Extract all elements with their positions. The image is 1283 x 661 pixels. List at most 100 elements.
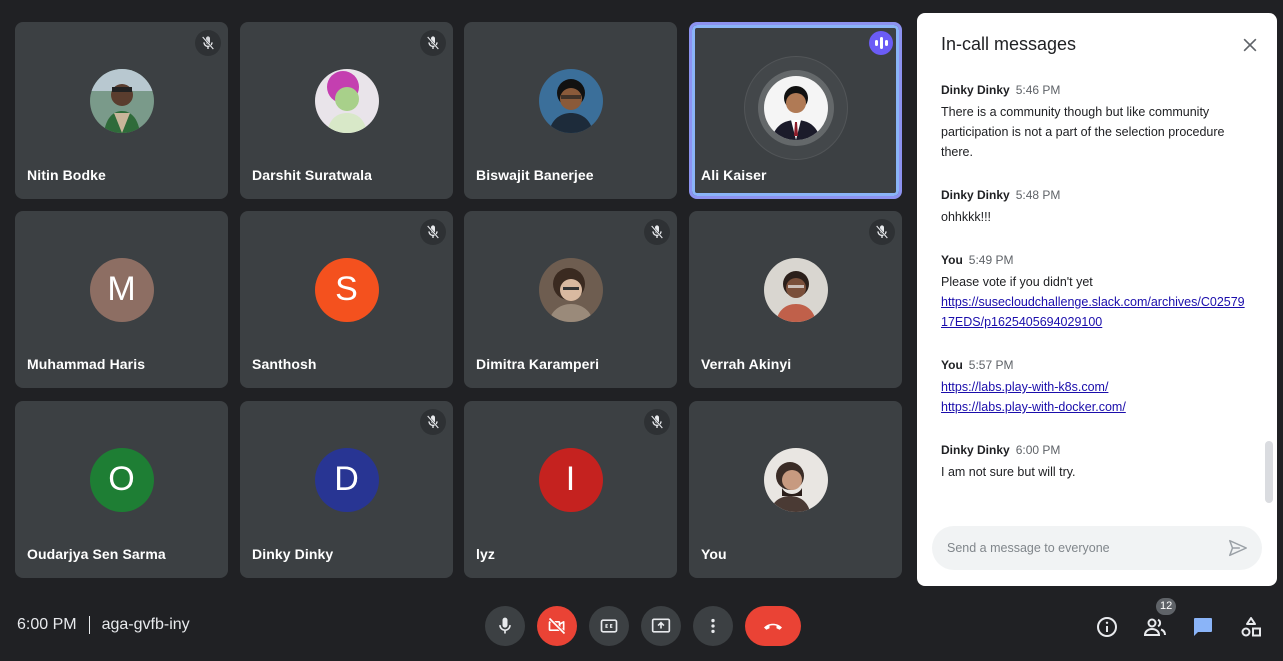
message-sender: You <box>941 253 963 267</box>
message-sender: You <box>941 358 963 372</box>
participant-name: Muhammad Haris <box>27 356 146 372</box>
message-text: ohhkkk!!! <box>941 210 992 224</box>
message-sender: Dinky Dinky <box>941 188 1010 202</box>
participant-name: You <box>701 546 727 562</box>
camera-off-icon <box>548 617 566 635</box>
message-link[interactable]: https://labs.play-with-k8s.com/ <box>941 377 1246 397</box>
avatar <box>763 257 828 322</box>
present-screen-icon <box>651 618 671 633</box>
meeting-details-button[interactable] <box>1094 614 1120 640</box>
participant-name: Oudarjya Sen Sarma <box>27 546 166 562</box>
avatar <box>89 68 154 133</box>
participant-name: Dinky Dinky <box>252 546 334 562</box>
avatar: M <box>89 257 154 322</box>
more-vert-icon <box>711 618 715 634</box>
participant-tile[interactable]: Nitin Bodke <box>15 22 228 199</box>
people-icon <box>1143 618 1166 636</box>
chat-message: Dinky Dinky 5:48 PM ohhkkk!!! <box>941 188 1246 227</box>
avatar: O <box>89 447 154 512</box>
meeting-details: 6:00 PM aga-gvfb-iny <box>17 616 190 634</box>
message-text: Please vote if you didn't yet <box>941 275 1093 289</box>
chat-panel-title: In-call messages <box>941 34 1077 54</box>
camera-off-button[interactable] <box>537 606 577 646</box>
mic-off-icon <box>644 409 670 435</box>
mic-off-icon <box>644 219 670 245</box>
end-call-icon <box>764 623 782 630</box>
chat-panel: In-call messages Dinky Dinky 5:46 PM Ther… <box>917 13 1277 586</box>
chat-message: You 5:49 PM Please vote if you didn't yet… <box>941 253 1246 332</box>
activities-icon <box>1241 617 1261 637</box>
closed-captions-icon <box>600 619 618 633</box>
divider <box>88 616 90 634</box>
participant-tile[interactable]: O Oudarjya Sen Sarma <box>15 401 228 578</box>
message-link[interactable]: https://susecloudchallenge.slack.com/arc… <box>941 292 1246 332</box>
participant-tile[interactable]: Dimitra Karamperi <box>464 211 677 388</box>
participant-tile[interactable]: Darshit Suratwala <box>240 22 453 199</box>
current-time: 6:00 PM <box>17 616 77 633</box>
chat-icon <box>1194 618 1212 636</box>
participant-tile[interactable]: Verrah Akinyi <box>689 211 902 388</box>
participant-tile[interactable]: M Muhammad Haris <box>15 211 228 388</box>
present-screen-button[interactable] <box>641 606 681 646</box>
chat-message: Dinky Dinky 6:00 PM I am not sure but wil… <box>941 443 1246 482</box>
participant-name: Biswajit Banerjee <box>476 167 594 183</box>
participant-tile-speaking[interactable]: Ali Kaiser <box>689 22 902 199</box>
mic-off-icon <box>195 30 221 56</box>
chat-message-input[interactable] <box>947 538 1207 558</box>
message-link[interactable]: https://labs.play-with-docker.com/ <box>941 397 1246 417</box>
avatar <box>538 68 603 133</box>
participant-name: Santhosh <box>252 356 317 372</box>
info-icon <box>1097 617 1117 637</box>
microphone-button[interactable] <box>485 606 525 646</box>
chat-message: You 5:57 PM https://labs.play-with-k8s.co… <box>941 358 1246 417</box>
participant-name: Dimitra Karamperi <box>476 356 600 372</box>
avatar: D <box>314 447 379 512</box>
message-text: I am not sure but will try. <box>941 465 1076 479</box>
chat-message-list[interactable]: Dinky Dinky 5:46 PM There is a community … <box>941 83 1246 513</box>
microphone-icon <box>499 617 511 634</box>
participant-name: Nitin Bodke <box>27 167 106 183</box>
mic-off-icon <box>420 30 446 56</box>
send-icon[interactable] <box>1227 537 1249 559</box>
message-time: 5:49 PM <box>968 253 1014 267</box>
participant-tile[interactable]: S Santhosh <box>240 211 453 388</box>
chat-button[interactable] <box>1190 614 1216 640</box>
message-time: 5:57 PM <box>968 358 1014 372</box>
participant-count-badge: 12 <box>1156 598 1177 615</box>
mic-off-icon <box>420 219 446 245</box>
avatar <box>538 257 603 322</box>
message-sender: Dinky Dinky <box>941 83 1010 97</box>
chat-message: Dinky Dinky 5:46 PM There is a community … <box>941 83 1246 162</box>
more-options-button[interactable] <box>693 606 733 646</box>
chat-input-box <box>932 526 1262 570</box>
bottom-control-bar: 6:00 PM aga-gvfb-iny 12 <box>0 596 1283 661</box>
message-time: 6:00 PM <box>1015 443 1061 457</box>
message-time: 5:46 PM <box>1015 83 1061 97</box>
avatar <box>314 68 379 133</box>
message-text: There is a community though but like com… <box>941 105 1225 159</box>
close-icon[interactable] <box>1239 34 1261 56</box>
people-button[interactable] <box>1142 614 1168 640</box>
chat-scrollbar[interactable] <box>1265 441 1273 503</box>
participant-tile[interactable]: I lyz <box>464 401 677 578</box>
avatar <box>763 447 828 512</box>
message-sender: Dinky Dinky <box>941 443 1010 457</box>
speaking-indicator-icon <box>869 31 893 55</box>
avatar: I <box>538 447 603 512</box>
mic-off-icon <box>420 409 446 435</box>
avatar: S <box>314 257 379 322</box>
avatar <box>763 75 828 140</box>
participant-tile-self[interactable]: You <box>689 401 902 578</box>
participant-tile[interactable]: Biswajit Banerjee <box>464 22 677 199</box>
participant-name: Ali Kaiser <box>701 167 767 183</box>
leave-call-button[interactable] <box>745 606 801 646</box>
activities-button[interactable] <box>1238 614 1264 640</box>
participant-name: Darshit Suratwala <box>252 167 372 183</box>
meeting-code: aga-gvfb-iny <box>101 616 190 633</box>
captions-button[interactable] <box>589 606 629 646</box>
participant-grid: Nitin Bodke Darshit Suratwala Biswajit B… <box>15 22 902 578</box>
mic-off-icon <box>869 219 895 245</box>
participant-name: Verrah Akinyi <box>701 356 792 372</box>
participant-tile[interactable]: D Dinky Dinky <box>240 401 453 578</box>
participant-name: lyz <box>476 546 495 562</box>
